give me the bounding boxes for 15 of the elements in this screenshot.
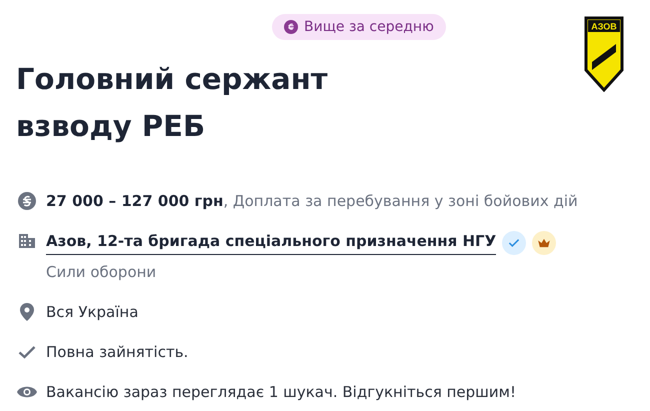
views-text: Вакансію зараз переглядає 1 шукач. Відгукніться першим! [46,382,516,403]
salary-text: 27 000 – 127 000 грн, Доплата за перебування у зоні бойових дій [46,191,578,212]
location-text: Вся Україна [46,302,138,323]
currency-icon [284,20,298,34]
checkmark-icon [18,345,36,359]
job-title: Головний сержант взводу РЕБ [16,61,329,145]
above-average-badge: Вище за середню [272,14,446,40]
eye-icon [16,385,38,399]
employment-text: Повна зайнятість. [46,342,188,363]
shield-logo: АЗОВ [584,16,624,92]
location-pin-icon [19,302,35,322]
building-icon [17,231,37,251]
company-category: Сили оборони [46,262,158,283]
company-link[interactable]: Азов, 12-та бригада спеціального призначення НГУ [46,230,496,255]
hryvnia-icon [17,191,37,211]
